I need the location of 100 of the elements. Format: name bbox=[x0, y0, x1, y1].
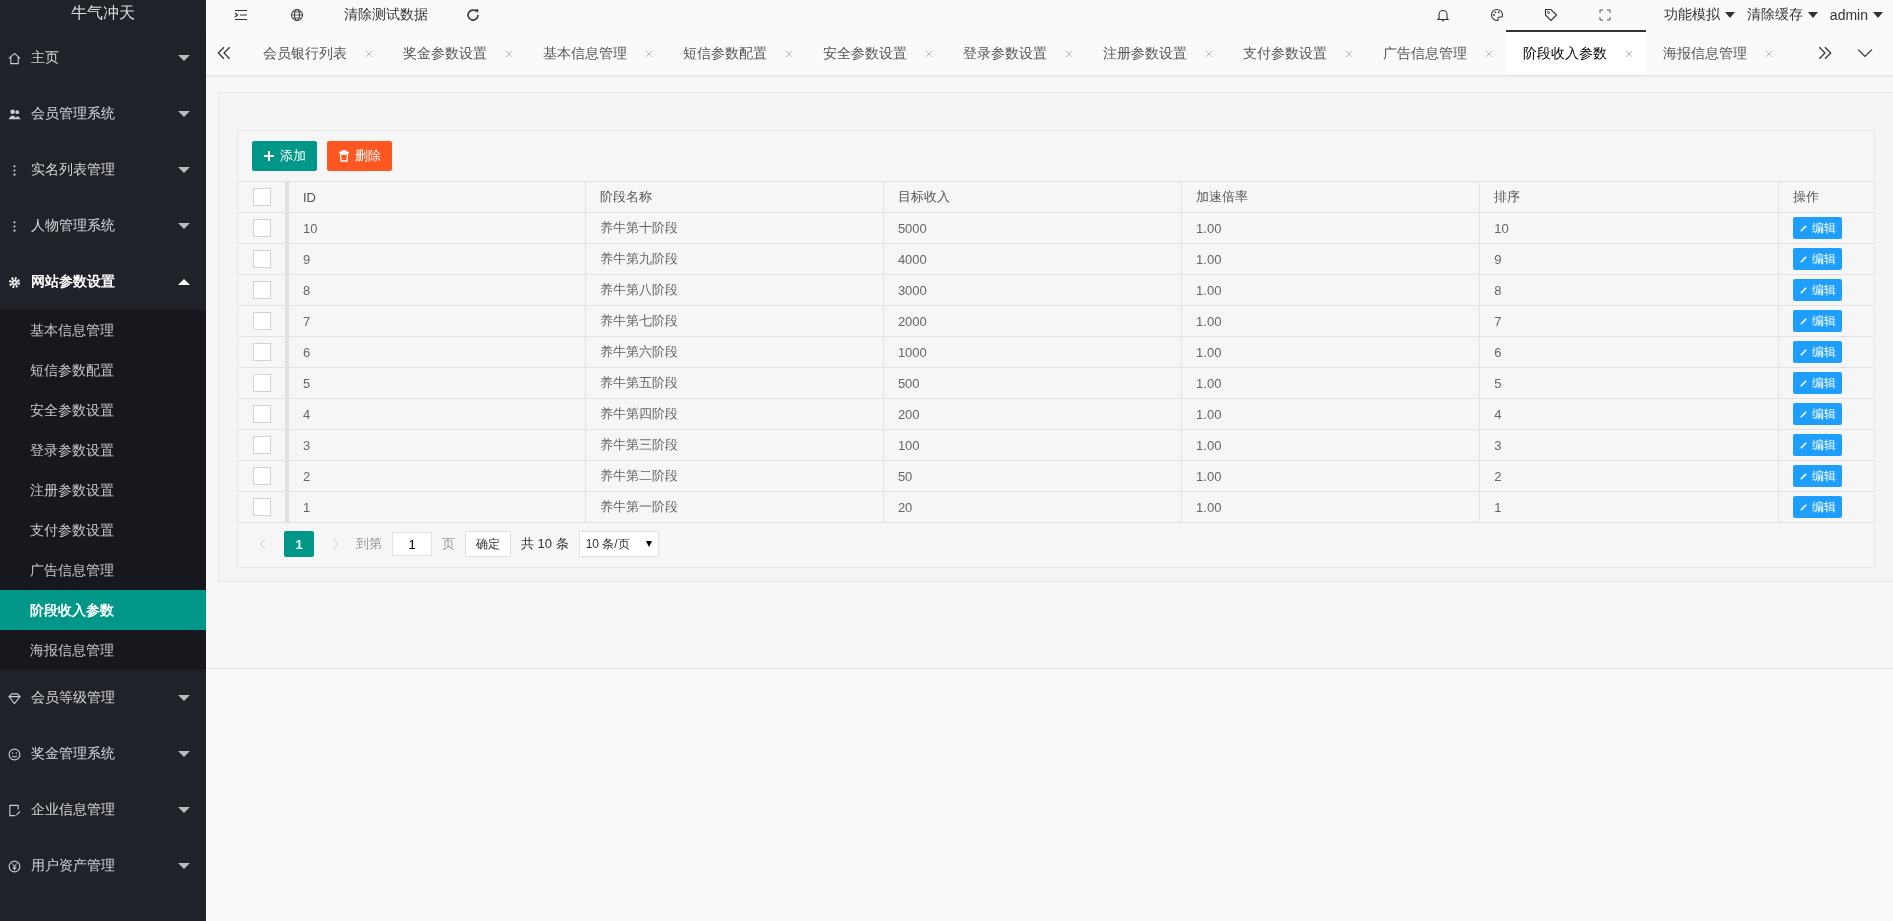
close-icon[interactable] bbox=[784, 48, 794, 59]
sidebar-item[interactable]: 人物管理系统 bbox=[0, 198, 206, 254]
row-checkbox[interactable] bbox=[252, 343, 271, 361]
confirm-button[interactable]: 确定 bbox=[465, 531, 511, 557]
close-icon[interactable] bbox=[364, 48, 374, 59]
row-checkbox[interactable] bbox=[252, 436, 271, 454]
row-checkbox[interactable] bbox=[252, 250, 271, 268]
table-cell: 2000 bbox=[897, 313, 927, 329]
close-icon[interactable] bbox=[1344, 48, 1354, 59]
table-cell: 20 bbox=[897, 499, 913, 515]
table-cell: 4 bbox=[303, 406, 311, 422]
table-cell: 1.00 bbox=[1196, 220, 1222, 236]
menu-icon[interactable] bbox=[234, 8, 248, 22]
sidebar-item[interactable]: 主页 bbox=[0, 30, 206, 86]
page-tab[interactable]: 登录参数设置 bbox=[946, 30, 1086, 75]
table-cell: 10 bbox=[303, 220, 318, 236]
diamond-icon bbox=[8, 691, 21, 705]
sidebar-item[interactable]: 奖金管理系统 bbox=[0, 726, 206, 782]
refresh-icon[interactable] bbox=[466, 8, 480, 22]
sidebar-item[interactable]: 会员等级管理 bbox=[0, 670, 206, 726]
next-page-icon[interactable] bbox=[330, 537, 340, 551]
sidebar-subitem[interactable]: 海报信息管理 bbox=[0, 630, 206, 670]
page-tab[interactable]: 注册参数设置 bbox=[1086, 30, 1226, 75]
table-cell: 养牛第七阶段 bbox=[599, 313, 678, 328]
close-icon[interactable] bbox=[504, 48, 514, 59]
row-checkbox[interactable] bbox=[252, 498, 271, 516]
column-header: 阶段名称 bbox=[599, 189, 652, 204]
sidebar-subitem[interactable]: 广告信息管理 bbox=[0, 550, 206, 590]
sidebar-subitem[interactable]: 支付参数设置 bbox=[0, 510, 206, 550]
sidebar-subitem[interactable]: 登录参数设置 bbox=[0, 430, 206, 470]
close-icon[interactable] bbox=[1484, 48, 1494, 59]
sidebar-subitem[interactable]: 短信参数配置 bbox=[0, 350, 206, 390]
page-tab[interactable]: 安全参数设置 bbox=[806, 30, 946, 75]
table-cell: 1.00 bbox=[1196, 344, 1222, 360]
tag-icon[interactable] bbox=[1543, 8, 1558, 22]
page-tab[interactable]: 支付参数设置 bbox=[1226, 30, 1366, 75]
sidebar-subitem[interactable]: 安全参数设置 bbox=[0, 390, 206, 430]
page-tab[interactable]: 奖金参数设置 bbox=[386, 30, 526, 75]
page-tab[interactable]: 广告信息管理 bbox=[1366, 30, 1506, 75]
palette-icon[interactable] bbox=[1489, 8, 1504, 22]
table-cell: 8 bbox=[1494, 282, 1502, 298]
table-cell: 养牛第四阶段 bbox=[599, 406, 678, 421]
page-tab[interactable]: 阶段收入参数 bbox=[1506, 30, 1646, 75]
sidebar-subitem[interactable]: 基本信息管理 bbox=[0, 310, 206, 350]
page-size-select[interactable]: 10 条/页 bbox=[578, 531, 659, 557]
globe-icon[interactable] bbox=[290, 8, 304, 22]
row-checkbox[interactable] bbox=[252, 374, 271, 392]
table-cell: 养牛第一阶段 bbox=[599, 499, 678, 514]
logo-text: 牛气冲天 bbox=[70, 3, 136, 23]
sidebar-subitem[interactable]: 阶段收入参数 bbox=[0, 590, 206, 630]
close-icon[interactable] bbox=[1204, 48, 1214, 59]
total-count: 共 10 条 bbox=[521, 535, 569, 553]
scroll-left-icon[interactable] bbox=[216, 44, 232, 61]
row-checkbox[interactable] bbox=[252, 219, 271, 237]
fullscreen-icon[interactable] bbox=[1597, 8, 1612, 22]
clear-data-button[interactable]: 清除测试数据 bbox=[344, 6, 428, 24]
table-cell: 1 bbox=[1494, 499, 1502, 515]
page-input[interactable]: 1 bbox=[392, 532, 432, 556]
close-icon[interactable] bbox=[1624, 48, 1634, 59]
settings-icon bbox=[8, 275, 21, 289]
column-header: ID bbox=[303, 189, 316, 205]
sidebar-item[interactable]: 用户资产管理 bbox=[0, 838, 206, 894]
previous-page-icon[interactable] bbox=[258, 537, 268, 551]
pencil-icon bbox=[1798, 440, 1808, 450]
caret-down-icon bbox=[178, 167, 190, 173]
close-icon[interactable] bbox=[924, 48, 934, 59]
table-cell: 养牛第六阶段 bbox=[599, 344, 678, 359]
row-checkbox[interactable] bbox=[252, 312, 271, 330]
close-icon[interactable] bbox=[644, 48, 654, 59]
column-header: 目标收入 bbox=[897, 189, 950, 204]
scroll-right-icon[interactable] bbox=[1817, 44, 1833, 61]
add-button[interactable]: 添加 bbox=[252, 141, 317, 171]
trash-icon bbox=[338, 150, 350, 162]
caret-down-icon bbox=[1873, 12, 1883, 18]
page-number[interactable]: 1 bbox=[284, 531, 314, 557]
page-tab[interactable]: 会员银行列表 bbox=[246, 30, 386, 75]
close-icon[interactable] bbox=[1064, 48, 1074, 59]
close-icon[interactable] bbox=[1764, 48, 1774, 59]
column-header: 排序 bbox=[1494, 189, 1521, 204]
sidebar-subitem[interactable]: 注册参数设置 bbox=[0, 470, 206, 510]
header-menu[interactable]: admin bbox=[1829, 7, 1883, 23]
row-checkbox[interactable] bbox=[252, 467, 271, 485]
pencil-icon bbox=[1798, 471, 1808, 481]
bell-icon[interactable] bbox=[1435, 8, 1450, 22]
table-cell: 1.00 bbox=[1196, 375, 1222, 391]
header-menu[interactable]: 功能模拟 bbox=[1663, 6, 1735, 24]
row-checkbox[interactable] bbox=[252, 405, 271, 423]
table-cell: 500 bbox=[897, 375, 920, 391]
sidebar-item[interactable]: 网站参数设置 bbox=[0, 254, 206, 310]
page-tab[interactable]: 短信参数配置 bbox=[666, 30, 806, 75]
caret-down-icon bbox=[178, 751, 190, 757]
table-cell: 1.00 bbox=[1196, 282, 1222, 298]
row-checkbox[interactable] bbox=[252, 281, 271, 299]
header-menu[interactable]: 清除缓存 bbox=[1746, 6, 1818, 24]
sidebar-item[interactable]: 实名列表管理 bbox=[0, 142, 206, 198]
sidebar-item[interactable]: 会员管理系统 bbox=[0, 86, 206, 142]
select-all-checkbox[interactable] bbox=[252, 188, 271, 206]
page-tab[interactable]: 基本信息管理 bbox=[526, 30, 666, 75]
sidebar-item[interactable]: 企业信息管理 bbox=[0, 782, 206, 838]
page-tab[interactable]: 海报信息管理 bbox=[1646, 30, 1786, 75]
